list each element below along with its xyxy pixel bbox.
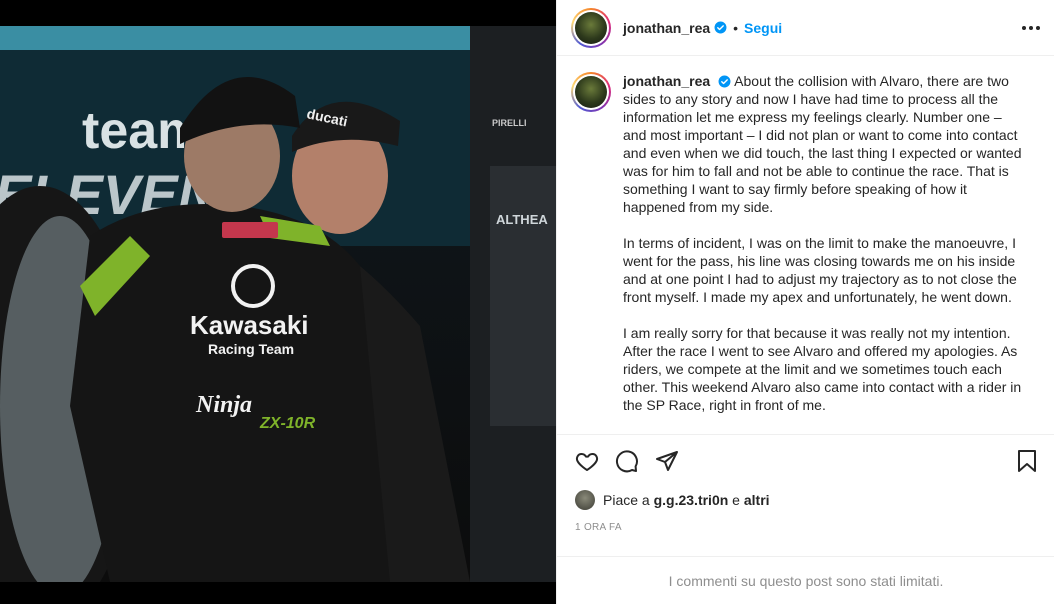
caption-text: jonathan_rea About the collision with Al…	[623, 72, 1023, 434]
likes-summary: Piace a g.g.23.tri0n e altri	[575, 490, 770, 510]
verified-badge-icon	[714, 21, 727, 34]
photo-text-kawasaki: Kawasaki	[190, 310, 309, 340]
likes-user[interactable]: g.g.23.tri0n	[654, 492, 729, 508]
avatar[interactable]	[571, 7, 611, 48]
header-username[interactable]: jonathan_rea	[623, 20, 710, 36]
caption-username[interactable]: jonathan_rea	[623, 73, 710, 89]
comment-button[interactable]	[613, 447, 641, 475]
share-button[interactable]	[653, 447, 681, 475]
verified-badge-icon	[718, 75, 731, 88]
comments-limited-notice: I commenti su questo post sono stati lim…	[557, 556, 1054, 604]
photo-text-althea: ALTHEA	[496, 212, 548, 227]
action-bar	[557, 434, 1054, 486]
caption-avatar[interactable]	[571, 72, 611, 112]
caption-avatar-image	[575, 76, 607, 108]
share-icon	[656, 450, 678, 471]
photo-text-ninja: Ninja	[195, 392, 252, 418]
likes-prefix: Piace a	[603, 492, 650, 508]
caption-area: jonathan_rea About the collision with Al…	[557, 56, 1054, 434]
caption-avatar-inner	[573, 74, 609, 110]
caption-paragraph-1-text: About the collision with Alvaro, there a…	[623, 73, 1022, 215]
caption-paragraph-3: I am really sorry for that because it wa…	[623, 325, 1022, 413]
follow-button[interactable]: Segui	[744, 20, 782, 36]
avatar-inner	[573, 9, 609, 46]
likes-conjunction: e	[732, 492, 740, 508]
post-photo[interactable]: team ELEVEN ALTHEA PIRELLI ducati Kawasa…	[0, 26, 556, 582]
likes-others[interactable]: altri	[744, 492, 770, 508]
bookmark-icon	[1018, 449, 1036, 472]
header-separator: •	[733, 19, 739, 36]
back-person	[490, 166, 556, 426]
rider-1-collar-badge	[222, 222, 278, 238]
liker-avatar[interactable]	[575, 490, 595, 510]
instagram-post: team ELEVEN ALTHEA PIRELLI ducati Kawasa…	[0, 0, 1054, 604]
avatar-image	[575, 11, 607, 44]
comment-icon	[615, 449, 638, 472]
post-side-panel: jonathan_rea • Segui jonathan_rea About …	[556, 0, 1054, 604]
photo-text-zx10r: ZX-10R	[259, 415, 316, 432]
save-button[interactable]	[1013, 447, 1041, 475]
caption-paragraph-1: jonathan_rea About the collision with Al…	[623, 72, 1023, 216]
photo-text-racing-team: Racing Team	[208, 341, 294, 357]
more-options-icon[interactable]	[1022, 20, 1040, 36]
caption-paragraph-2: In terms of incident, I was on the limit…	[623, 235, 1017, 305]
like-button[interactable]	[573, 447, 601, 475]
photo-text-pirelli: PIRELLI	[492, 118, 527, 128]
post-media: team ELEVEN ALTHEA PIRELLI ducati Kawasa…	[0, 0, 556, 604]
post-header: jonathan_rea • Segui	[557, 0, 1054, 56]
photo-illustration: team ELEVEN ALTHEA PIRELLI ducati Kawasa…	[0, 26, 556, 582]
truck-panel-stripe	[0, 26, 470, 50]
heart-icon	[575, 452, 599, 471]
post-timestamp[interactable]: 1 ORA FA	[575, 522, 622, 533]
